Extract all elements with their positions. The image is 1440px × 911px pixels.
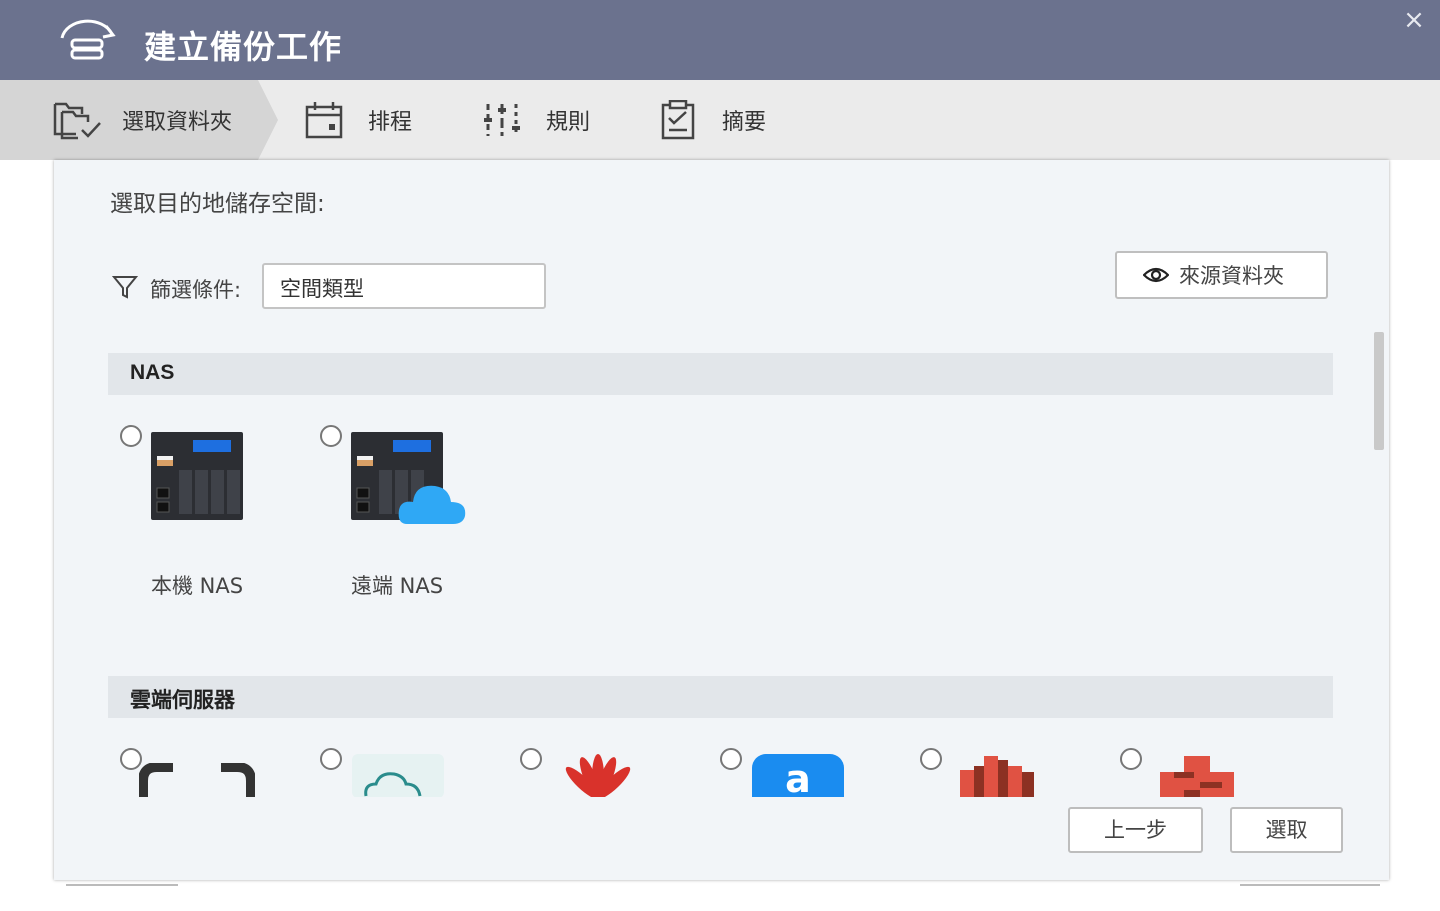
section-title: NAS (130, 361, 175, 384)
step-label: 摘要 (722, 110, 767, 135)
radio-cloud-6[interactable] (1120, 748, 1142, 770)
radio-cloud-2[interactable] (320, 748, 342, 770)
radio-remote-nas[interactable] (320, 425, 342, 447)
destination-panel: 選取目的地儲存空間: 篩選條件: 空間類型 來源資料夾 NAS 本機 NAS 遠… (54, 160, 1389, 880)
title-bar: 建立備份工作 × (0, 0, 1440, 80)
sliders-icon (484, 104, 520, 136)
wizard-steps: 選取資料夾 排程 規則 摘要 (0, 80, 1440, 160)
radio-local-nas[interactable] (120, 425, 142, 447)
amazon-s3-icon (960, 756, 1034, 798)
step-summary: 摘要 (658, 80, 766, 160)
amazon-drive-icon: a (752, 754, 844, 798)
nas-icon (151, 432, 243, 520)
step-schedule: 排程 (304, 80, 412, 160)
background-edge (66, 878, 178, 886)
radio-cloud-4[interactable] (720, 748, 742, 770)
close-icon[interactable]: × (1400, 6, 1428, 34)
clipboard-check-icon (661, 100, 695, 140)
source-folder-label: 來源資料夾 (1179, 264, 1284, 288)
folder-check-icon (53, 102, 101, 140)
step-select-folder: 選取資料夾 (52, 80, 232, 160)
section-cloud-server: 雲端伺服器 (108, 676, 1333, 718)
local-nas-label: 本機 NAS (150, 574, 244, 598)
remote-nas-icon (351, 432, 466, 524)
radio-cloud-5[interactable] (920, 748, 942, 770)
window-title: 建立備份工作 (144, 28, 343, 66)
section-title: 雲端伺服器 (130, 689, 235, 712)
remote-nas-label: 遠端 NAS (350, 574, 444, 598)
filter-icon (112, 276, 138, 299)
huawei-cloud-icon (565, 754, 631, 798)
step-label: 規則 (546, 110, 591, 135)
step-rules: 規則 (482, 80, 590, 160)
radio-cloud-3[interactable] (520, 748, 542, 770)
filter-type-select[interactable]: 空間類型 (262, 263, 546, 309)
scrollbar-thumb[interactable] (1374, 332, 1384, 450)
calendar-icon (305, 102, 343, 139)
step-label: 選取資料夾 (122, 110, 233, 135)
page-heading: 選取目的地儲存空間: (110, 191, 325, 217)
cloud-storage-icon (352, 754, 444, 798)
svg-text:a: a (785, 757, 811, 798)
footer-bar: 上一步 選取 (54, 797, 1389, 880)
backup-drive-icon (60, 19, 116, 60)
step-label: 排程 (368, 110, 413, 135)
select-button[interactable]: 選取 (1230, 807, 1343, 853)
source-folder-button[interactable]: 來源資料夾 (1115, 251, 1328, 299)
eye-icon (1143, 267, 1169, 283)
back-button[interactable]: 上一步 (1068, 807, 1203, 853)
section-nas: NAS (108, 353, 1333, 395)
filter-label: 篩選條件: (150, 278, 242, 302)
background-edge (1240, 878, 1380, 886)
amazon-glacier-icon (1160, 756, 1234, 798)
